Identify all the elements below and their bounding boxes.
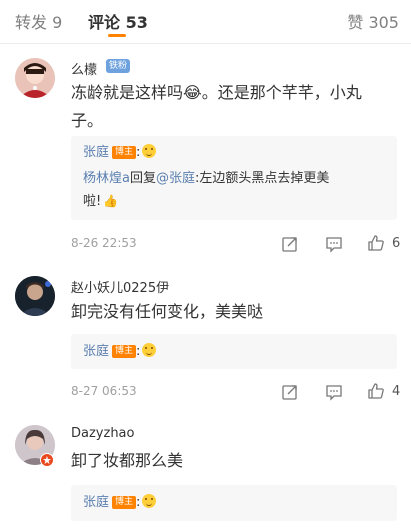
comment-tabs: 转发 9 评论 53 赞 305 — [0, 0, 411, 44]
reply-user[interactable]: 杨林煌a — [83, 171, 130, 186]
repost-icon[interactable] — [281, 235, 299, 253]
comment-username[interactable]: 赵小妖儿0225伊 — [71, 277, 169, 296]
tab-comment[interactable]: 评论 53 — [88, 9, 148, 33]
reply-text: :左边额头黑点去掉更美 — [195, 171, 330, 186]
like-icon[interactable] — [367, 382, 385, 400]
reply-colon: : — [136, 145, 141, 160]
comment-username[interactable]: Dazyzhao — [71, 426, 134, 441]
comment-text: 冻龄就是这样吗😂。还是那个芊芊，小丸 子。 — [71, 79, 391, 135]
host-badge: 博主 — [112, 345, 137, 358]
face-emoji-icon — [142, 144, 157, 158]
avatar[interactable] — [15, 58, 55, 98]
like-count: 6 — [392, 236, 401, 251]
thumbs-up-emoji-icon: 👍 — [103, 194, 119, 208]
fan-badge: 铁粉 — [106, 59, 131, 73]
verified-badge-icon — [40, 453, 54, 467]
comment-text: 卸了妆都那么美 — [71, 451, 184, 470]
tab-like[interactable]: 赞 305 — [347, 9, 399, 33]
reply-colon: : — [136, 344, 141, 359]
repost-icon[interactable] — [281, 383, 299, 401]
reply-author[interactable]: 张庭 — [83, 495, 109, 510]
comment-item: Dazyzhao 卸了妆都那么美 张庭 博主: — [0, 412, 411, 528]
comment-icon[interactable] — [325, 383, 343, 401]
reply-line: 杨林煌a回复@张庭:左边额头黑点去掉更美 — [83, 168, 329, 190]
comment-item: 赵小妖儿0225伊 卸完没有任何变化，美美哒 张庭 博主: 8-27 06:53 … — [0, 262, 411, 412]
reply-verb: 回复 — [129, 171, 156, 186]
reply-line: 张庭 博主: — [83, 142, 157, 164]
avatar[interactable] — [15, 276, 55, 316]
comment-item: 么檬 铁粉 冻龄就是这样吗😂。还是那个芊芊，小丸 子。 张庭 博主: 杨林煌a回复… — [0, 44, 411, 262]
reply-author[interactable]: 张庭 — [83, 344, 109, 359]
comment-text-line: 冻龄就是这样吗😂。还是那个芊芊，小丸 — [71, 83, 362, 102]
like-icon[interactable] — [367, 234, 385, 252]
reply-line: 啦! 👍 — [83, 190, 118, 213]
comment-time: 8-26 22:53 — [71, 236, 137, 250]
reply-line: 张庭 博主: — [83, 341, 157, 363]
active-tab-indicator — [108, 34, 126, 37]
comment-username[interactable]: 么檬 — [71, 59, 97, 78]
like-count: 4 — [392, 384, 401, 399]
host-badge: 博主 — [112, 496, 137, 509]
host-badge: 博主 — [112, 146, 137, 159]
reply-author[interactable]: 张庭 — [83, 145, 109, 160]
comment-time: 8-27 06:53 — [71, 384, 137, 398]
reply-colon: : — [136, 495, 141, 510]
face-emoji-icon — [142, 343, 157, 357]
tab-repost[interactable]: 转发 9 — [15, 9, 62, 33]
comment-icon[interactable] — [325, 235, 343, 253]
reply-text: 啦! — [83, 194, 102, 209]
reply-box[interactable]: 张庭 博主: 杨林煌a回复@张庭:左边额头黑点去掉更美 啦! 👍 — [71, 136, 397, 220]
comment-text: 卸完没有任何变化，美美哒 — [71, 302, 264, 321]
reply-box[interactable]: 张庭 博主: — [71, 334, 397, 369]
reply-box[interactable]: 张庭 博主: — [71, 485, 397, 521]
reply-line: 张庭 博主: — [83, 492, 157, 514]
reply-mention[interactable]: @张庭 — [156, 171, 195, 186]
comment-text-line: 子。 — [71, 111, 104, 130]
face-emoji-icon — [142, 494, 157, 508]
